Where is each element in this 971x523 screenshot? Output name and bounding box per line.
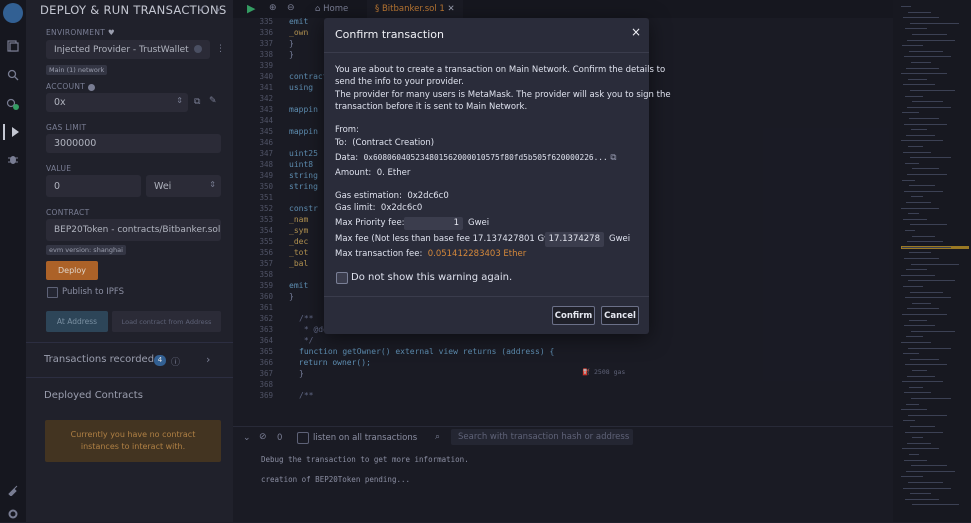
to-row: To: (Contract Creation) [335,138,434,148]
confirm-transaction-modal: Confirm transaction × You are about to c… [324,18,671,334]
gas-limit-label: Gas limit: [335,203,376,213]
max-priority-label: Max Priority fee: [335,218,405,228]
gas-estimation-label: Gas estimation: [335,191,402,201]
confirm-button[interactable]: Confirm [552,306,595,325]
max-priority-unit: Gwei [468,218,490,228]
data-row: Data: 0x608060405234801562000010575f80fd… [335,153,616,163]
data-label: Data: [335,153,359,163]
max-tx-fee-label: Max transaction fee: [335,249,423,259]
intro-text-3: The provider for many users is MetaMask.… [335,90,671,100]
copy-icon[interactable]: ⧉ [610,153,616,163]
intro-text-2: send the info to your provider. [335,77,464,87]
gas-limit-row: Gas limit: 0x2dc6c0 [335,203,422,213]
to-value: (Contract Creation) [352,138,435,148]
from-label: From: [335,125,359,135]
modal-footer-divider [324,296,649,297]
max-tx-fee-value: 0.051412283403 Ether [427,249,527,259]
max-fee-input[interactable]: 17.1374278 [545,232,604,247]
intro-text-4: transaction before it is sent to Main Ne… [335,102,528,112]
close-icon[interactable]: × [631,25,641,39]
max-tx-fee-row: Max transaction fee: 0.051412283403 Ethe… [335,249,526,259]
dont-show-checkbox[interactable] [336,272,348,284]
max-priority-input[interactable]: 1 [404,217,463,230]
dont-show-label: Do not show this warning again. [351,272,513,283]
data-value: 0x608060405234801562000010575f80fd5b505f… [363,153,608,162]
modal-title: Confirm transaction [335,28,444,41]
cancel-button[interactable]: Cancel [601,306,639,325]
gas-limit-value: 0x2dc6c0 [380,203,423,213]
max-fee-label: Max fee (Not less than base fee 17.13742… [335,234,565,244]
max-fee-unit: Gwei [609,234,631,244]
amount-label: Amount: [335,168,372,178]
amount-value: 0. Ether [376,168,411,178]
gas-estimation-row: Gas estimation: 0x2dc6c0 [335,191,449,201]
modal-header: Confirm transaction × [324,18,649,53]
gas-estimation-value: 0x2dc6c0 [407,191,449,201]
to-label: To: [335,138,347,148]
amount-row: Amount: 0. Ether [335,168,410,178]
intro-text-1: You are about to create a transaction on… [335,65,666,75]
